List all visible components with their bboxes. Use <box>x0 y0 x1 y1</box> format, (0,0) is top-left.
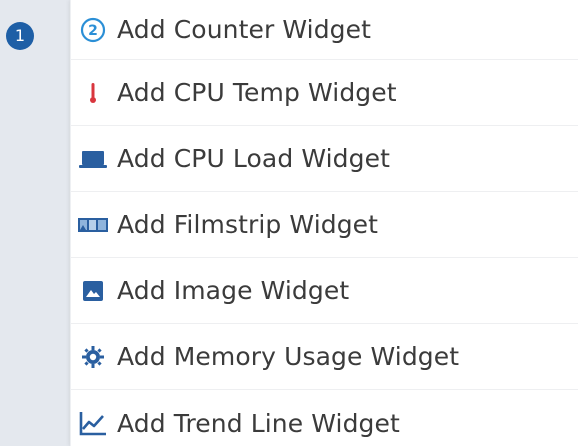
menu-item-label: Add Trend Line Widget <box>117 408 400 438</box>
thermometer-icon <box>77 77 109 109</box>
menu-item-add-counter-widget[interactable]: 2 Add Counter Widget <box>71 0 578 60</box>
menu-item-add-cpu-load-widget[interactable]: Add CPU Load Widget <box>71 126 578 192</box>
memory-chip-icon <box>77 341 109 373</box>
step-number-badge: 1 <box>6 22 34 50</box>
menu-item-label: Add CPU Load Widget <box>117 144 390 173</box>
menu-item-label: Add Counter Widget <box>117 15 372 44</box>
svg-text:2: 2 <box>88 23 98 39</box>
menu-item-label: Add Memory Usage Widget <box>117 342 460 371</box>
laptop-icon <box>77 143 109 175</box>
menu-item-add-cpu-temp-widget[interactable]: Add CPU Temp Widget <box>71 60 578 126</box>
image-icon <box>77 275 109 307</box>
menu-item-add-memory-usage-widget[interactable]: Add Memory Usage Widget <box>71 324 578 390</box>
menu-item-add-trend-line-widget[interactable]: Add Trend Line Widget <box>71 390 578 446</box>
counter-icon: 2 <box>77 14 109 46</box>
screen: 1 2 Add Counter Widget Add CPU Temp Widg… <box>0 0 578 446</box>
filmstrip-icon <box>77 209 109 241</box>
add-widget-menu: 2 Add Counter Widget Add CPU Temp Widget <box>70 0 578 446</box>
menu-item-label: Add CPU Temp Widget <box>117 78 397 107</box>
menu-item-label: Add Filmstrip Widget <box>117 210 379 239</box>
menu-item-add-image-widget[interactable]: Add Image Widget <box>71 258 578 324</box>
menu-item-label: Add Image Widget <box>117 276 350 305</box>
trend-line-icon <box>77 407 109 439</box>
menu-item-add-filmstrip-widget[interactable]: Add Filmstrip Widget <box>71 192 578 258</box>
